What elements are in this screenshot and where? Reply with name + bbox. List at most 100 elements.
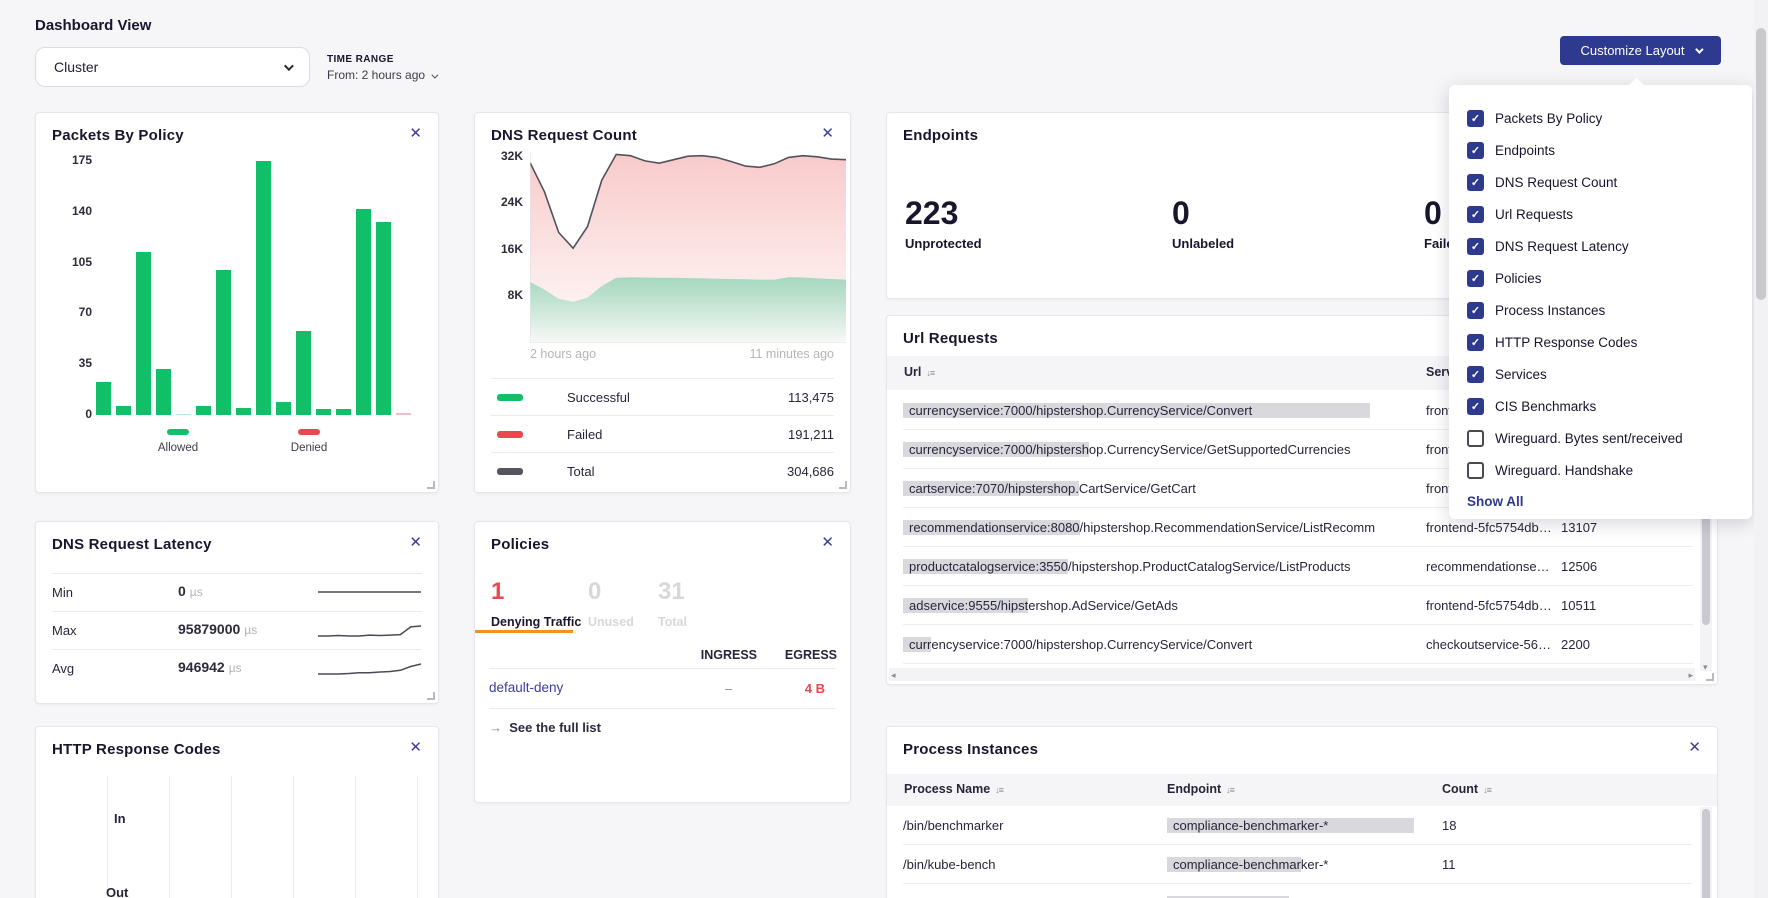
- checkbox-checked-icon[interactable]: ✓: [1467, 398, 1484, 415]
- page-scrollbar-thumb[interactable]: [1756, 28, 1766, 300]
- sort-icon: ↓≡: [926, 368, 934, 378]
- policy-ingress-value: –: [725, 681, 732, 696]
- vertical-scrollbar[interactable]: [1700, 807, 1712, 898]
- policy-tab-denying-traffic[interactable]: 1Denying Traffic: [491, 578, 581, 629]
- column-header-endpoint[interactable]: Endpoint↓≡: [1167, 782, 1234, 796]
- policy-name-link[interactable]: default-deny: [489, 680, 563, 695]
- close-icon[interactable]: ✕: [409, 126, 422, 141]
- menu-item-dns-request-count[interactable]: ✓DNS Request Count: [1467, 166, 1752, 198]
- table-row[interactable]: /bin/benchmarkercompliance-benchmarker-*…: [903, 806, 1693, 845]
- time-range-value[interactable]: From: 2 hours ago: [327, 68, 436, 82]
- tab-value: 0: [588, 578, 634, 606]
- page-scrollbar[interactable]: [1754, 0, 1768, 898]
- menu-item-label: Url Requests: [1495, 207, 1573, 222]
- checkbox-checked-icon[interactable]: ✓: [1467, 334, 1484, 351]
- customize-layout-button[interactable]: Customize Layout: [1560, 36, 1721, 65]
- y-tick-label: 24K: [487, 195, 523, 209]
- column-header-url[interactable]: Url↓≡: [904, 365, 934, 379]
- column-header-count[interactable]: Count↓≡: [1442, 782, 1491, 796]
- legend-row-successful: Successful113,475: [491, 378, 834, 415]
- table-row[interactable]: /bin/kube-benchcompliance-benchmarker-*1…: [903, 845, 1693, 884]
- highlighted-text: adservice:9555/hipst: [903, 598, 1028, 613]
- checkbox-unchecked-icon[interactable]: [1467, 462, 1484, 479]
- checkbox-checked-icon[interactable]: ✓: [1467, 174, 1484, 191]
- menu-item-cis-benchmarks[interactable]: ✓ CIS Benchmarks: [1467, 390, 1752, 422]
- url-cell: currencyservice:7000/hipstershop.Currenc…: [903, 403, 1408, 418]
- table-row[interactable]: benchmarkercompliance-benchmarker-*9: [903, 884, 1693, 898]
- menu-item-wireguard-handshake[interactable]: Wireguard. Handshake: [1467, 454, 1752, 486]
- panel-title: Endpoints: [903, 127, 978, 144]
- checkbox-checked-icon[interactable]: ✓: [1467, 110, 1484, 127]
- menu-item-wireguard-bytes-sent-received[interactable]: Wireguard. Bytes sent/received: [1467, 422, 1752, 454]
- service-cell: recommendationse…: [1426, 559, 1554, 574]
- checkbox-checked-icon[interactable]: ✓: [1467, 302, 1484, 319]
- table-row[interactable]: currencyservice:7000/hipstershop.Currenc…: [903, 625, 1693, 664]
- panel-dns-request-latency: DNS Request Latency ✕ Min0µsMax95879000µ…: [35, 521, 439, 704]
- latency-value: 95879000µs: [178, 621, 257, 639]
- count-cell: 13107: [1561, 520, 1651, 535]
- checkbox-checked-icon[interactable]: ✓: [1467, 366, 1484, 383]
- menu-item-process-instances[interactable]: ✓ Process Instances: [1467, 294, 1752, 326]
- url-text: op.CurrencyService/GetSupportedCurrencie…: [1089, 442, 1351, 457]
- legend-label: Denied: [279, 442, 339, 454]
- show-all-link[interactable]: Show All: [1467, 494, 1524, 509]
- arrow-right-icon: →: [489, 720, 502, 735]
- page-title: Dashboard View: [35, 17, 151, 34]
- checkbox-checked-icon[interactable]: ✓: [1467, 270, 1484, 287]
- menu-item-policies[interactable]: ✓Policies: [1467, 262, 1752, 294]
- y-tick-label: 140: [58, 204, 92, 218]
- menu-item-services[interactable]: ✓Services: [1467, 358, 1752, 390]
- close-icon[interactable]: ✕: [821, 535, 834, 550]
- scroll-left-icon[interactable]: ◂: [891, 670, 896, 681]
- x-axis-label-right: 11 minutes ago: [749, 347, 834, 361]
- menu-item-http-response-codes[interactable]: ✓HTTP Response Codes: [1467, 326, 1752, 358]
- highlighted-text: recommendationservice:8080: [903, 520, 1080, 535]
- menu-item-endpoints[interactable]: ✓Endpoints: [1467, 134, 1752, 166]
- close-icon[interactable]: ✕: [821, 126, 834, 141]
- highlighted-text: currencyservice:7000/hipstersh: [903, 442, 1089, 457]
- close-icon[interactable]: ✕: [409, 535, 422, 550]
- checkbox-checked-icon[interactable]: ✓: [1467, 142, 1484, 159]
- menu-item-packets-by-policy[interactable]: ✓Packets By Policy: [1467, 102, 1752, 134]
- menu-item-url-requests[interactable]: ✓ Url Requests: [1467, 198, 1752, 230]
- count-cell: 11: [1442, 857, 1522, 872]
- x-axis-label-left: 2 hours ago: [530, 347, 596, 361]
- checkbox-checked-icon[interactable]: ✓: [1467, 206, 1484, 223]
- bar-chart: [96, 161, 432, 415]
- url-text: encyservice:7000/hipstershop.CurrencySer…: [931, 637, 1252, 652]
- legend-swatch: [497, 468, 523, 475]
- dns-area-chart-svg: [530, 151, 846, 343]
- bar-allowed: [356, 209, 371, 415]
- checkbox-unchecked-icon[interactable]: [1467, 430, 1484, 447]
- policy-tab-total[interactable]: 31Total: [658, 578, 687, 629]
- bar-allowed: [276, 402, 291, 415]
- legend-swatch: [497, 394, 523, 401]
- panel-http-response-codes: HTTP Response Codes ✕ In Out: [35, 726, 439, 898]
- close-icon[interactable]: ✕: [1688, 740, 1701, 755]
- customize-layout-menu: ✓Packets By Policy✓Endpoints✓DNS Request…: [1449, 85, 1752, 519]
- table-row[interactable]: productcatalogservice:3550/hipstershop.P…: [903, 547, 1693, 586]
- menu-item-label: Process Instances: [1495, 303, 1605, 318]
- metric-unprotected: 223Unprotected: [905, 195, 982, 251]
- policy-tab-unused[interactable]: 0Unused: [588, 578, 634, 629]
- column-header-process-name[interactable]: Process Name↓≡: [904, 782, 1003, 796]
- bar-allowed: [116, 406, 131, 415]
- table-header: Process Name↓≡ Endpoint↓≡ Count↓≡: [887, 774, 1717, 806]
- menu-item-dns-request-latency[interactable]: ✓DNS Request Latency: [1467, 230, 1752, 262]
- menu-item-label: CIS Benchmarks: [1495, 399, 1596, 414]
- scroll-right-icon[interactable]: ▸: [1688, 670, 1693, 681]
- legend-row-total: Total304,686: [491, 452, 834, 489]
- scroll-down-icon[interactable]: ▾: [1703, 662, 1708, 673]
- table-row[interactable]: adservice:9555/hipstershop.AdService/Get…: [903, 586, 1693, 625]
- sparkline-avg: [317, 659, 422, 677]
- dashboard-view-select[interactable]: Cluster: [35, 47, 310, 87]
- latency-row-max: Max95879000µs: [52, 611, 422, 648]
- see-full-list-link[interactable]: → See the full list: [489, 720, 601, 735]
- metric-label: Unprotected: [905, 236, 982, 251]
- horizontal-scrollbar[interactable]: ◂ ▸: [889, 668, 1695, 681]
- grid-line: [107, 776, 108, 898]
- checkbox-checked-icon[interactable]: ✓: [1467, 238, 1484, 255]
- legend-value: 304,686: [787, 464, 834, 479]
- sort-icon: ↓≡: [995, 785, 1003, 795]
- close-icon[interactable]: ✕: [409, 740, 422, 755]
